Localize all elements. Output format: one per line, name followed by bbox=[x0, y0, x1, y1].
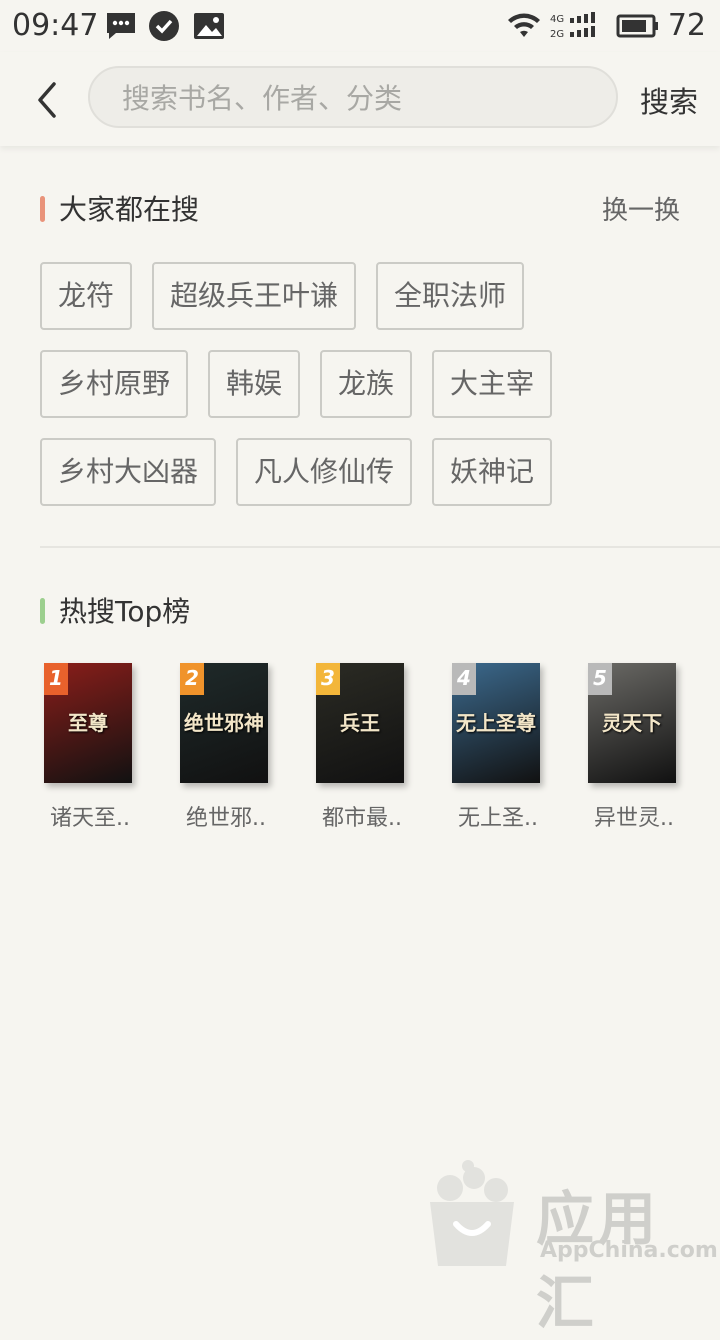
appchina-logo bbox=[420, 1158, 524, 1270]
cover-art: 灵天下 bbox=[602, 711, 662, 735]
search-field[interactable] bbox=[88, 66, 618, 128]
search-tag[interactable]: 大主宰 bbox=[432, 350, 553, 418]
search-tag[interactable]: 乡村大凶器 bbox=[40, 438, 217, 506]
book-cover: 无上圣尊 4 bbox=[452, 663, 540, 783]
status-bar: 09:47 4G 2G 72 bbox=[0, 0, 720, 52]
search-tag[interactable]: 龙符 bbox=[40, 262, 133, 330]
book-title: 绝世邪.. bbox=[186, 806, 266, 831]
search-tag[interactable]: 乡村原野 bbox=[40, 350, 189, 418]
watermark-subtext: AppChina.com bbox=[540, 1238, 718, 1263]
svg-text:2G: 2G bbox=[550, 29, 564, 40]
book-cover: 灵天下 5 bbox=[588, 663, 676, 783]
cover-art: 绝世邪神 bbox=[184, 711, 264, 735]
tag-row: 乡村原野 韩娱 龙族 大主宰 bbox=[40, 350, 700, 418]
popular-tags: 龙符 超级兵王叶谦 全职法师 乡村原野 韩娱 龙族 大主宰 乡村大凶器 凡人修仙… bbox=[40, 262, 700, 526]
search-button[interactable]: 搜索 bbox=[640, 79, 698, 121]
back-button[interactable] bbox=[28, 78, 68, 122]
popular-section-title: 大家都在搜 bbox=[40, 188, 199, 228]
search-tag[interactable]: 凡人修仙传 bbox=[236, 438, 413, 506]
popular-title-text: 大家都在搜 bbox=[59, 193, 200, 226]
section-accent-bar bbox=[40, 598, 45, 624]
message-icon bbox=[104, 10, 138, 46]
svg-text:4G: 4G bbox=[550, 14, 564, 25]
battery-icon bbox=[616, 10, 660, 46]
book-cover: 绝世邪神 2 bbox=[180, 663, 268, 783]
image-icon bbox=[192, 10, 226, 46]
tag-row: 乡村大凶器 凡人修仙传 妖神记 bbox=[40, 438, 700, 506]
tag-row: 龙符 超级兵王叶谦 全职法师 bbox=[40, 262, 700, 330]
top-section-title: 热搜Top榜 bbox=[40, 590, 190, 630]
book-title: 异世灵.. bbox=[594, 806, 674, 831]
wifi-icon bbox=[506, 10, 542, 46]
section-divider bbox=[40, 546, 720, 548]
book-title: 都市最.. bbox=[322, 806, 402, 831]
search-header: 搜索 bbox=[0, 52, 720, 146]
top-title-text: 热搜Top榜 bbox=[59, 595, 191, 628]
back-arrow-icon bbox=[38, 82, 56, 118]
rank-badge: 1 bbox=[44, 663, 68, 695]
cellular-signal-icon: 4G 2G bbox=[550, 10, 606, 46]
search-tag[interactable]: 韩娱 bbox=[208, 350, 301, 418]
status-time: 09:47 bbox=[12, 8, 99, 43]
cover-art: 无上圣尊 bbox=[456, 711, 536, 735]
check-circle-icon bbox=[148, 10, 180, 46]
section-accent-bar bbox=[40, 196, 45, 222]
rank-badge: 3 bbox=[316, 663, 340, 695]
book-cover: 至尊 1 bbox=[44, 663, 132, 783]
top-book-list: 至尊 1 诸天至.. 绝世邪神 2 绝世邪.. 兵王 3 都市最.. 无上圣尊 … bbox=[40, 660, 720, 840]
cover-art: 兵王 bbox=[340, 711, 380, 735]
search-tag[interactable]: 妖神记 bbox=[432, 438, 553, 506]
rank-badge: 5 bbox=[588, 663, 612, 695]
book-title: 诸天至.. bbox=[50, 806, 130, 831]
search-tag[interactable]: 全职法师 bbox=[376, 262, 525, 330]
book-cover: 兵王 3 bbox=[316, 663, 404, 783]
rank-badge: 4 bbox=[452, 663, 476, 695]
cover-art: 至尊 bbox=[68, 711, 108, 735]
book-title: 无上圣.. bbox=[458, 806, 538, 831]
search-input[interactable] bbox=[120, 68, 564, 128]
search-tag[interactable]: 龙族 bbox=[320, 350, 413, 418]
rank-badge: 2 bbox=[180, 663, 204, 695]
refresh-button[interactable]: 换一换 bbox=[602, 190, 680, 227]
search-tag[interactable]: 超级兵王叶谦 bbox=[152, 262, 357, 330]
battery-level: 72 bbox=[667, 8, 706, 43]
